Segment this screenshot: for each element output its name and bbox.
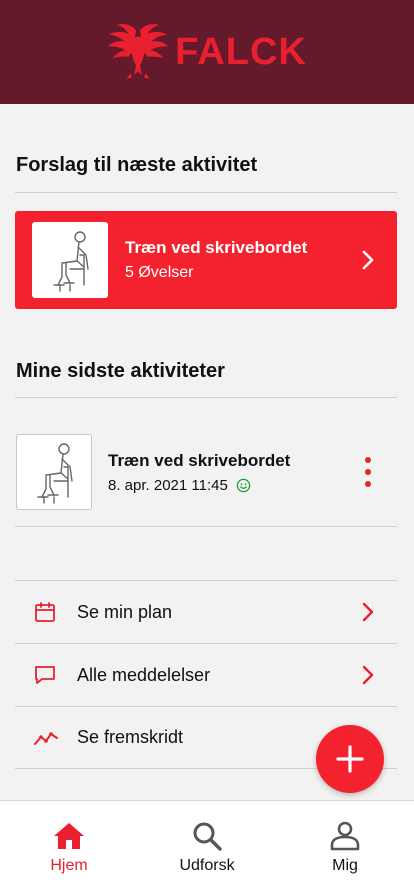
- divider: [15, 397, 397, 398]
- recent-activity-title: Træn ved skrivebordet: [108, 450, 291, 470]
- app-header: FALCK: [0, 0, 414, 104]
- chevron-right-icon: [362, 665, 374, 685]
- chevron-right-icon: [362, 602, 374, 622]
- recent-heading: Mine sidste aktiviteter: [16, 360, 225, 382]
- chevron-right-icon: [362, 250, 374, 270]
- exercise-thumbnail: [16, 434, 92, 510]
- suggestion-heading: Forslag til næste aktivitet: [16, 154, 258, 176]
- home-icon: [54, 823, 84, 849]
- divider: [15, 192, 397, 193]
- trend-icon: [33, 726, 65, 750]
- bottom-tab-bar: Hjem Udforsk Mig: [0, 800, 414, 896]
- seated-person-illustration: [37, 443, 73, 504]
- divider: [15, 526, 397, 527]
- falcon-icon: [108, 24, 169, 80]
- home-content: Forslag til næste aktivitet Træn ved skr…: [0, 104, 414, 800]
- suggested-activity-card[interactable]: Træn ved skrivebordet 5 Øvelser: [15, 211, 397, 309]
- tab-label: Udforsk: [179, 857, 235, 874]
- tab-label: Mig: [332, 857, 358, 874]
- search-icon: [193, 822, 222, 851]
- brand-name: FALCK: [175, 30, 307, 73]
- more-options-icon[interactable]: [358, 454, 378, 490]
- add-activity-button[interactable]: [316, 725, 384, 793]
- falck-logo: FALCK: [107, 21, 307, 83]
- tab-me[interactable]: Mig: [276, 801, 414, 896]
- suggested-activity-subtitle: 5 Øvelser: [125, 264, 194, 281]
- person-icon: [330, 821, 360, 851]
- tab-home[interactable]: Hjem: [0, 801, 138, 896]
- menu-item-plan[interactable]: Se min plan: [15, 580, 397, 643]
- menu-item-label: Se min plan: [77, 601, 173, 622]
- recent-activity-date: 8. apr. 2021 11:45: [108, 476, 228, 494]
- menu-item-label: Alle meddelelser: [77, 664, 211, 685]
- smiley-icon: [236, 478, 251, 493]
- chat-icon: [33, 663, 65, 687]
- plus-icon: [336, 745, 364, 773]
- seated-person-illustration: [53, 231, 89, 292]
- calendar-icon: [33, 600, 65, 624]
- exercise-thumbnail: [32, 222, 108, 298]
- suggested-activity-title: Træn ved skrivebordet: [125, 238, 308, 257]
- menu-item-messages[interactable]: Alle meddelelser: [15, 643, 397, 706]
- tab-explore[interactable]: Udforsk: [138, 801, 276, 896]
- tab-label: Hjem: [50, 857, 88, 874]
- recent-activity-item[interactable]: Træn ved skrivebordet 8. apr. 2021 11:45: [16, 433, 398, 511]
